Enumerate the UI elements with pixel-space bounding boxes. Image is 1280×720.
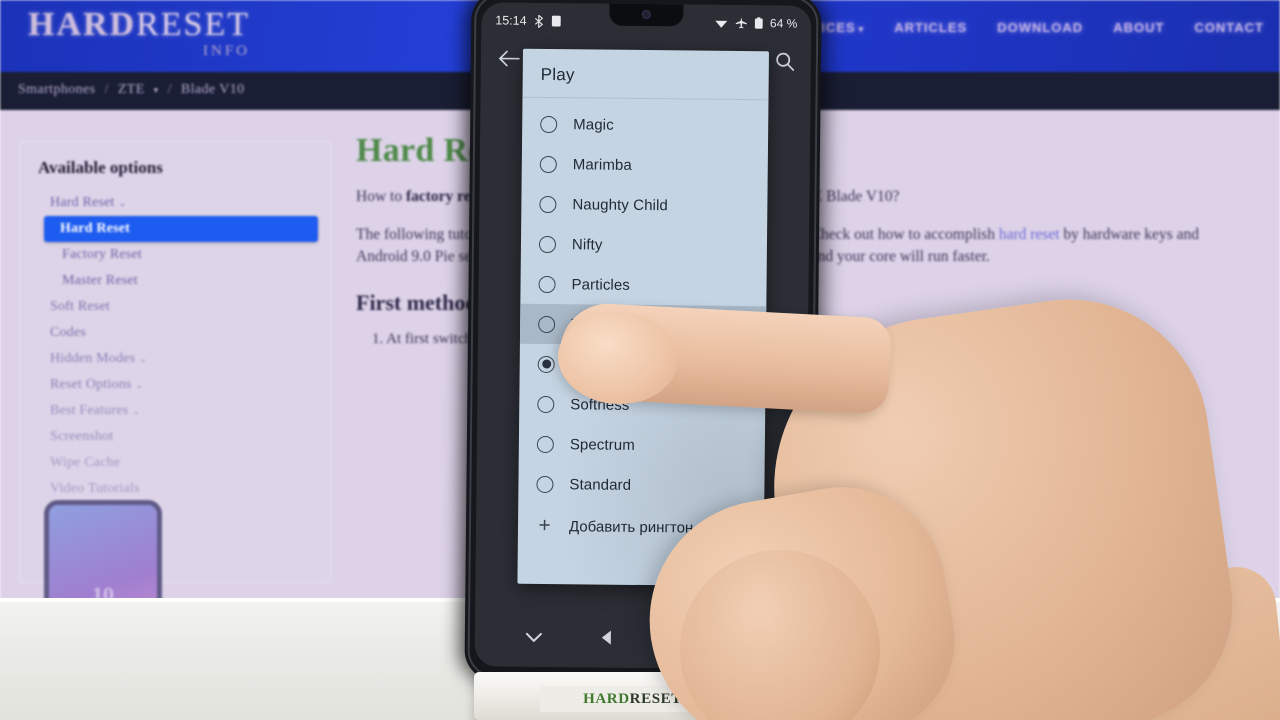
hand-shadow (560, 300, 900, 720)
radio-icon[interactable] (539, 155, 557, 173)
radio-icon-selected[interactable] (537, 355, 555, 373)
radio-icon[interactable] (537, 395, 555, 413)
radio-icon[interactable] (536, 435, 554, 453)
sidebar-item-master-reset[interactable]: Master Reset (20, 268, 330, 294)
chevron-down-icon: ⌄ (118, 198, 127, 208)
status-bar-left: 15:14 (495, 13, 562, 28)
chevron-down-icon: ⌄ (132, 406, 141, 416)
sidebar-item-best-features[interactable]: Best Features ⌄ (20, 398, 330, 424)
chevron-down-icon: ▾ (153, 84, 159, 95)
site-logo[interactable]: HARDRESET INFO (28, 8, 250, 59)
breadcrumb-zte[interactable]: ZTE (118, 82, 145, 98)
logo-suffix: INFO (203, 43, 251, 59)
wifi-icon (714, 17, 728, 28)
radio-icon[interactable] (538, 275, 556, 293)
chevron-down-icon: ▾ (858, 24, 865, 34)
breadcrumb-blade-v10[interactable]: Blade V10 (181, 82, 245, 98)
ringtone-label: Naughty Child (572, 195, 669, 214)
phone-notch (609, 3, 684, 27)
sidebar-item-codes[interactable]: Codes (20, 320, 330, 346)
breadcrumb-separator: / (167, 82, 172, 97)
ringtone-option-nifty[interactable]: Nifty (521, 224, 767, 267)
radio-icon[interactable] (538, 315, 556, 333)
sidebar-item-label: Hard Reset (50, 195, 115, 210)
sidebar-item-factory-reset[interactable]: Factory Reset (20, 242, 330, 268)
chevron-down-icon[interactable] (524, 629, 544, 648)
ringtone-label: Magic (573, 115, 614, 134)
chevron-down-icon: ⌄ (139, 354, 147, 364)
ringtone-option-marimba[interactable]: Marimba (522, 144, 768, 187)
ringtone-option-naughty-child[interactable]: Naughty Child (521, 184, 767, 227)
status-bar-right: 64 % (714, 16, 798, 31)
sidebar-title: Available options (38, 158, 163, 177)
ringtone-label: Particles (571, 275, 631, 294)
battery-icon (754, 17, 763, 29)
sim-icon (552, 15, 562, 27)
radio-icon[interactable] (538, 235, 557, 253)
search-icon[interactable] (775, 51, 795, 76)
nav-item-articles[interactable]: ARTICLES (894, 20, 967, 35)
sidebar-item-video-tutorials[interactable]: Video Tutorials (20, 476, 330, 502)
ringtone-option-magic[interactable]: Magic (522, 104, 768, 147)
sidebar-item-hidden-modes[interactable]: Hidden Modes ⌄ (20, 346, 330, 372)
hard-reset-link[interactable]: hard reset (999, 226, 1060, 243)
text-run: How to (356, 188, 406, 205)
sidebar-item-soft-reset[interactable]: Soft Reset (20, 294, 330, 320)
ringtone-label: Nifty (571, 235, 603, 254)
sidebar-item-label: Reset Options (50, 377, 132, 392)
sidebar-item-wipe-cache[interactable]: Wipe Cache (20, 450, 330, 476)
nav-item-about[interactable]: ABOUT (1113, 20, 1164, 35)
sidebar-item-hard-reset-group[interactable]: Hard Reset ⌄ (20, 190, 330, 216)
ringtone-label: Marimba (572, 155, 632, 174)
nav-item-contact[interactable]: CONTACT (1194, 20, 1264, 35)
sidebar-item-label: Best Features (50, 403, 129, 418)
airplane-mode-icon (735, 17, 747, 29)
radio-icon[interactable] (536, 475, 554, 493)
breadcrumb-separator: / (104, 82, 109, 97)
back-arrow-icon[interactable] (497, 48, 521, 73)
article-phone-image: 10 (44, 500, 162, 600)
dialog-title: Play (522, 48, 769, 101)
battery-percent: 64 % (769, 16, 798, 31)
bluetooth-icon (534, 14, 545, 28)
sidebar-item-label: Hidden Modes (50, 351, 136, 366)
chevron-down-icon: ⌄ (135, 380, 144, 390)
radio-icon[interactable] (539, 195, 557, 213)
breadcrumb: Smartphones / ZTE ▾ / Blade V10 (18, 82, 245, 98)
sidebar-item-reset-options[interactable]: Reset Options ⌄ (20, 372, 330, 398)
breadcrumb-smartphones[interactable]: Smartphones (18, 82, 96, 98)
radio-icon[interactable] (540, 115, 558, 133)
logo-bold: HARD (28, 6, 137, 43)
plus-icon: + (538, 513, 551, 538)
logo-light: RESET (136, 6, 251, 43)
status-time: 15:14 (495, 13, 527, 28)
sidebar-item-hard-reset[interactable]: Hard Reset (44, 216, 318, 242)
sidebar-item-screenshot[interactable]: Screenshot (20, 424, 330, 450)
nav-item-download[interactable]: DOWNLOAD (997, 20, 1083, 35)
